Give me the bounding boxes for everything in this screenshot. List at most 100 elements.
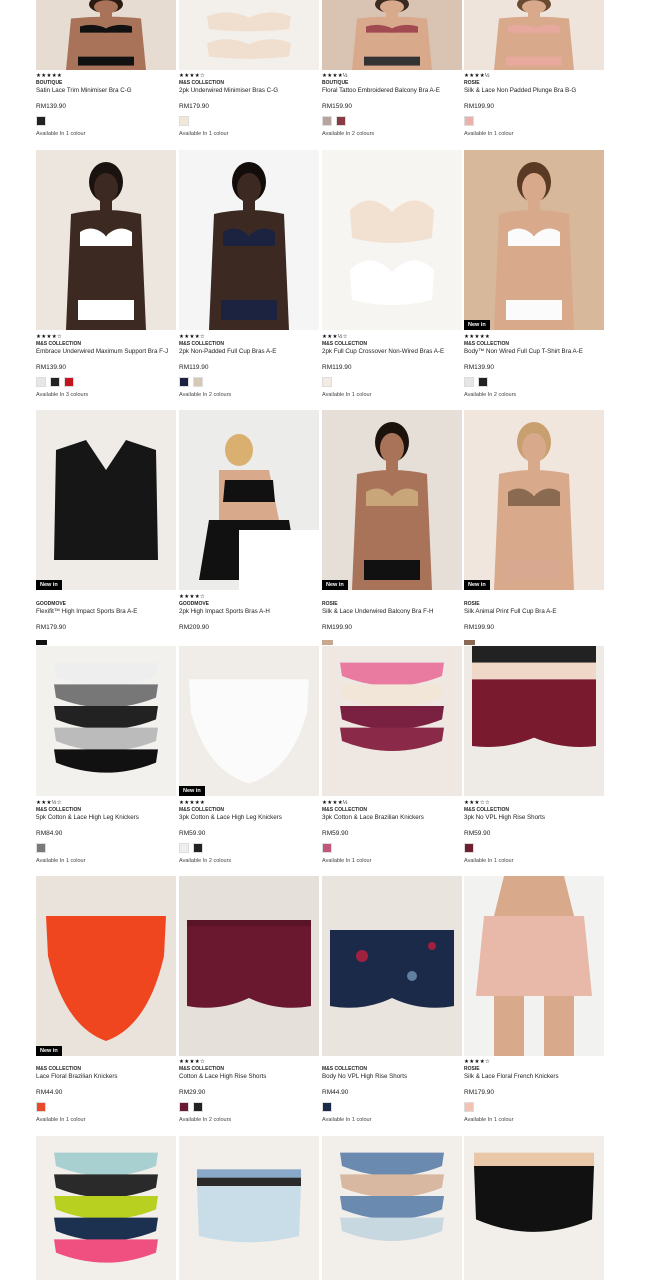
product-image[interactable] — [36, 150, 176, 330]
product-brand: M&S COLLECTION — [36, 1066, 81, 1072]
colour-swatch[interactable] — [64, 376, 74, 387]
product-image[interactable] — [179, 410, 319, 590]
colour-swatch[interactable] — [478, 376, 488, 387]
new-in-badge: New in — [36, 1046, 62, 1056]
product-image[interactable] — [464, 0, 604, 70]
product-name[interactable]: 2pk Non-Padded Full Cup Bras A-E — [179, 348, 319, 356]
product-image[interactable] — [179, 876, 319, 1056]
rating-stars: ★★★★★ — [179, 800, 206, 806]
colour-swatch[interactable] — [36, 1101, 46, 1112]
colour-swatch[interactable] — [193, 376, 203, 387]
product-image[interactable] — [322, 1136, 462, 1280]
colour-swatch[interactable] — [179, 1101, 189, 1112]
rating-stars: ★★★★½ — [322, 73, 348, 79]
product-image[interactable] — [179, 0, 319, 70]
product-image[interactable] — [464, 1136, 604, 1280]
colour-swatch[interactable] — [464, 639, 475, 645]
product-image[interactable] — [179, 1136, 319, 1280]
product-name[interactable]: Silk & Lace Underwired Balcony Bra F-H — [322, 608, 462, 616]
product-image[interactable] — [36, 646, 176, 796]
product-brand: M&S COLLECTION — [322, 341, 367, 347]
product-brand: GOODMOVE — [36, 601, 67, 607]
product-name[interactable]: 2pk High Impact Sports Bras A-H — [179, 608, 319, 616]
product-image[interactable]: New in — [322, 410, 462, 590]
product-name[interactable]: 3pk No VPL High Rise Shorts — [464, 814, 604, 822]
colour-swatch[interactable] — [179, 376, 189, 387]
product-name[interactable]: Body No VPL High Rise Shorts — [322, 1073, 462, 1081]
colour-swatches — [179, 1101, 319, 1113]
colour-swatch[interactable] — [193, 1101, 203, 1112]
product-name[interactable]: Lace Floral Brazilian Knickers — [36, 1073, 176, 1081]
rating-stars — [36, 1059, 176, 1065]
rating-stars: ★★★½☆ — [36, 800, 62, 806]
colour-swatch[interactable] — [322, 1101, 332, 1112]
product-name[interactable]: 3pk Cotton & Lace High Leg Knickers — [179, 814, 319, 822]
product-image[interactable] — [36, 1136, 176, 1280]
product-image[interactable] — [36, 0, 176, 70]
availability-text: Available In 1 colour — [322, 857, 372, 864]
product-image[interactable]: New in — [464, 150, 604, 330]
product-info: ★★★★☆ ROSIE Silk & Lace Floral French Knic… — [464, 1059, 604, 1123]
product-name[interactable]: Floral Tattoo Embroidered Balcony Bra A-… — [322, 87, 462, 95]
product-info: ★★★½☆ M&S COLLECTION 5pk Cotton & Lace Hig… — [36, 800, 176, 864]
product-brand: GOODMOVE — [179, 601, 210, 607]
product-brand: M&S COLLECTION — [464, 807, 509, 813]
product-image[interactable]: New in — [179, 646, 319, 796]
colour-swatch[interactable] — [50, 376, 60, 387]
product-name[interactable]: Embrace Underwired Maximum Support Bra F… — [36, 348, 176, 356]
colour-swatches — [464, 115, 604, 127]
rating-stars: ★★★★☆ — [464, 1059, 491, 1065]
product-image[interactable] — [322, 646, 462, 796]
product-image[interactable]: New in — [464, 410, 604, 590]
product-brand: ROSIE — [322, 601, 338, 607]
product-brand: ROSIE — [464, 601, 480, 607]
product-name[interactable]: Flexifit™ High Impact Sports Bra A-E — [36, 608, 176, 616]
product-brand: ROSIE — [464, 80, 480, 86]
colour-swatch[interactable] — [36, 842, 46, 853]
product-name[interactable]: Silk Animal Print Full Cup Bra A-E — [464, 608, 604, 616]
product-image[interactable]: New in — [36, 876, 176, 1056]
product-name[interactable]: Body™ Non Wired Full Cup T-Shirt Bra A-E — [464, 348, 604, 356]
colour-swatch[interactable] — [36, 115, 46, 126]
colour-swatch[interactable] — [36, 639, 47, 645]
colour-swatch[interactable] — [464, 376, 474, 387]
product-name[interactable]: Cotton & Lace High Rise Shorts — [179, 1073, 319, 1081]
colour-swatch[interactable] — [179, 842, 189, 853]
product-image[interactable] — [464, 876, 604, 1056]
availability-text: Available In 2 colours — [179, 1116, 232, 1123]
colour-swatch[interactable] — [36, 376, 46, 387]
colour-swatch[interactable] — [179, 115, 189, 126]
availability-text: Available In 1 colour — [36, 857, 86, 864]
colour-swatches — [179, 842, 319, 854]
product-name[interactable]: 2pk Full Cup Crossover Non-Wired Bras A-… — [322, 348, 462, 356]
colour-swatch[interactable] — [322, 842, 332, 853]
product-image[interactable] — [464, 646, 604, 796]
colour-swatch[interactable] — [322, 115, 332, 126]
product-image[interactable] — [322, 0, 462, 70]
product-image[interactable]: New in — [36, 410, 176, 590]
product-info: ★★★★★ M&S COLLECTION 3pk Cotton & Lace Hig… — [179, 800, 319, 864]
product-image[interactable] — [179, 150, 319, 330]
colour-swatch[interactable] — [464, 115, 474, 126]
product-image[interactable] — [322, 876, 462, 1056]
product-name[interactable]: Satin Lace Trim Minimiser Bra C-G — [36, 87, 176, 95]
product-price: RM44.90 — [36, 1088, 63, 1096]
product-name[interactable]: 3pk Cotton & Lace Brazilian Knickers — [322, 814, 462, 822]
product-name[interactable]: Silk & Lace Floral French Knickers — [464, 1073, 604, 1081]
colour-swatch[interactable] — [322, 639, 333, 645]
product-price: RM209.90 — [179, 623, 209, 631]
product-name[interactable]: 5pk Cotton & Lace High Leg Knickers — [36, 814, 176, 822]
rating-stars: ★★★★☆ — [36, 334, 63, 340]
product-name[interactable]: Silk & Lace Non Padded Plunge Bra B-G — [464, 87, 604, 95]
product-brand: M&S COLLECTION — [179, 807, 224, 813]
colour-swatch[interactable] — [336, 115, 346, 126]
colour-swatch[interactable] — [464, 842, 474, 853]
product-brand: ROSIE — [464, 1066, 480, 1072]
colour-swatch[interactable] — [464, 1101, 474, 1112]
colour-swatch[interactable] — [322, 376, 332, 387]
colour-swatch[interactable] — [193, 842, 203, 853]
product-info: GOODMOVE Flexifit™ High Impact Sports Bra… — [36, 594, 176, 648]
rating-stars — [322, 1059, 462, 1065]
product-name[interactable]: 2pk Underwired Minimiser Bras C-G — [179, 87, 319, 95]
product-image[interactable] — [322, 150, 462, 330]
